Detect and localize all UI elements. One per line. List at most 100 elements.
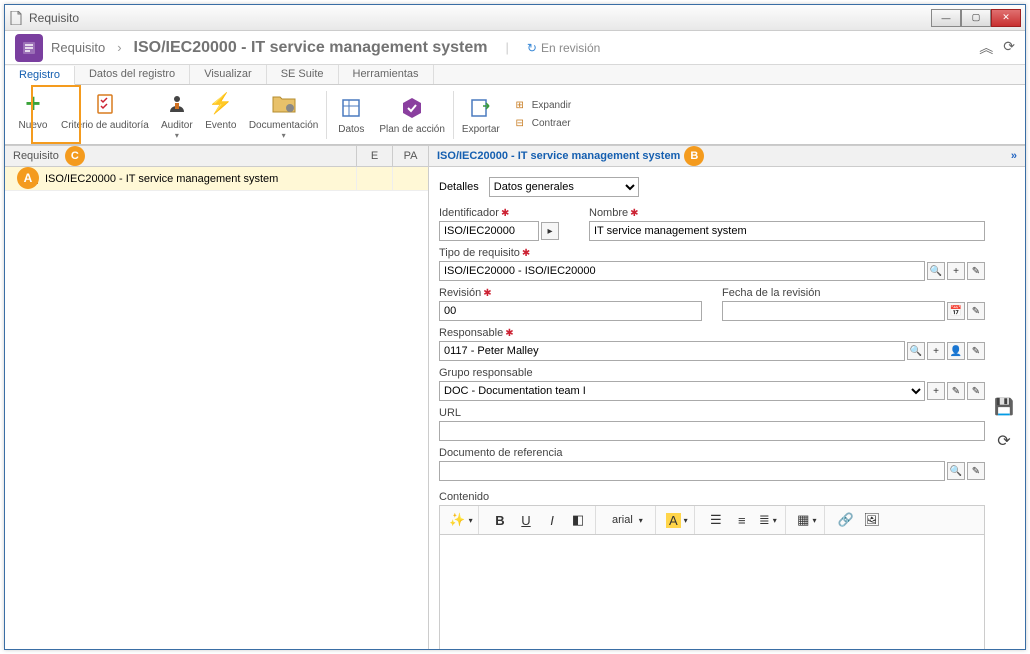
tab-registro[interactable]: Registro bbox=[5, 66, 75, 85]
grupo-add-button[interactable]: + bbox=[927, 382, 945, 400]
responsable-label: Responsable bbox=[439, 327, 503, 339]
module-icon bbox=[15, 34, 43, 62]
calendar-icon[interactable]: 📅 bbox=[947, 302, 965, 320]
action-plan-button[interactable]: Plan de acción bbox=[373, 92, 451, 137]
docref-search-button[interactable]: 🔍 bbox=[947, 462, 965, 480]
expand-panel-icon[interactable]: » bbox=[1011, 150, 1017, 162]
responsable-clear-button[interactable]: ✎ bbox=[967, 342, 985, 360]
responsable-user-button[interactable]: 👤 bbox=[947, 342, 965, 360]
font-color-button[interactable]: A▾ bbox=[666, 509, 688, 531]
export-icon bbox=[467, 94, 495, 122]
url-field[interactable] bbox=[439, 421, 985, 441]
clipboard-icon bbox=[91, 90, 119, 118]
event-button[interactable]: ⚡ Evento bbox=[199, 88, 243, 142]
page-icon bbox=[9, 11, 23, 25]
badge-c: C bbox=[65, 146, 85, 166]
responsable-add-button[interactable]: + bbox=[927, 342, 945, 360]
refresh-icon[interactable]: ⟳ bbox=[1003, 38, 1015, 58]
data-icon bbox=[337, 94, 365, 122]
data-button[interactable]: Datos bbox=[329, 92, 373, 137]
tree-header: Requisito C E PA bbox=[5, 145, 428, 167]
tab-sesuite[interactable]: SE Suite bbox=[267, 65, 339, 84]
section-select[interactable]: Datos generales bbox=[489, 177, 639, 197]
fecha-clear-button[interactable]: ✎ bbox=[967, 302, 985, 320]
titlebar: Requisito — ▢ ✕ bbox=[5, 5, 1025, 31]
tab-datos-registro[interactable]: Datos del registro bbox=[75, 65, 190, 84]
person-icon bbox=[163, 90, 191, 118]
table-button[interactable]: ▦▾ bbox=[796, 509, 818, 531]
tree-col-pa: PA bbox=[392, 146, 428, 166]
new-button[interactable]: + Nuevo bbox=[11, 88, 55, 142]
editor-area[interactable] bbox=[439, 535, 985, 649]
tree-row[interactable]: ISO/IEC20000 - IT service management sys… bbox=[5, 167, 428, 191]
identificador-lookup-button[interactable]: ▸ bbox=[541, 222, 559, 240]
tree-col-name: Requisito bbox=[13, 150, 59, 162]
ribbon-tabs: Registro Datos del registro Visualizar S… bbox=[5, 65, 1025, 85]
dropdown-caret-icon: ▾ bbox=[282, 131, 286, 140]
collapse-icon[interactable]: ︽ bbox=[979, 38, 993, 58]
responsable-search-button[interactable]: 🔍 bbox=[907, 342, 925, 360]
identificador-field[interactable] bbox=[439, 221, 539, 241]
bold-button[interactable]: B bbox=[489, 509, 511, 531]
close-button[interactable]: ✕ bbox=[991, 9, 1021, 27]
content-area: Requisito C E PA ISO/IEC20000 - IT servi… bbox=[5, 145, 1025, 649]
tree-body: ISO/IEC20000 - IT service management sys… bbox=[5, 167, 428, 649]
nombre-label: Nombre bbox=[589, 207, 628, 219]
window-controls: — ▢ ✕ bbox=[931, 9, 1021, 27]
grupo-clear-button[interactable]: ✎ bbox=[967, 382, 985, 400]
eraser-icon[interactable]: ◧ bbox=[567, 509, 589, 531]
font-select[interactable]: arial▾ bbox=[606, 509, 649, 531]
status-badge: ↻ En revisión bbox=[527, 41, 600, 55]
fecha-field[interactable] bbox=[722, 301, 945, 321]
detail-title: ISO/IEC20000 - IT service management sys… bbox=[437, 150, 680, 162]
tipo-add-button[interactable]: + bbox=[947, 262, 965, 280]
minimize-button[interactable]: — bbox=[931, 9, 961, 27]
section-label: Detalles bbox=[439, 181, 479, 193]
hexagon-icon bbox=[398, 94, 426, 122]
export-button[interactable]: Exportar bbox=[456, 92, 506, 137]
tipo-clear-button[interactable]: ✎ bbox=[967, 262, 985, 280]
refresh-status-icon: ↻ bbox=[527, 41, 537, 55]
align-button[interactable]: ≣▾ bbox=[757, 509, 779, 531]
plus-icon: + bbox=[19, 90, 47, 118]
tipo-label: Tipo de requisito bbox=[439, 247, 520, 259]
grupo-edit-button[interactable]: ✎ bbox=[947, 382, 965, 400]
bullet-list-button[interactable]: ☰ bbox=[705, 509, 727, 531]
revision-label: Revisión bbox=[439, 287, 481, 299]
docref-clear-button[interactable]: ✎ bbox=[967, 462, 985, 480]
nombre-field[interactable] bbox=[589, 221, 985, 241]
revision-field[interactable] bbox=[439, 301, 702, 321]
detail-header: ISO/IEC20000 - IT service management sys… bbox=[429, 145, 1025, 167]
tree-item-label: ISO/IEC20000 - IT service management sys… bbox=[45, 173, 278, 185]
responsable-field[interactable] bbox=[439, 341, 905, 361]
grupo-select[interactable]: DOC - Documentation team I bbox=[439, 381, 925, 401]
reload-icon[interactable]: ⟳ bbox=[997, 431, 1010, 451]
number-list-button[interactable]: ≡ bbox=[731, 509, 753, 531]
expand-button[interactable]: ⊞ Expandir bbox=[512, 98, 571, 114]
dropdown-caret-icon: ▾ bbox=[175, 131, 179, 140]
collapse-button[interactable]: ⊟ Contraer bbox=[512, 116, 571, 132]
tree-panel: Requisito C E PA ISO/IEC20000 - IT servi… bbox=[5, 145, 429, 649]
underline-button[interactable]: U bbox=[515, 509, 537, 531]
docref-field[interactable] bbox=[439, 461, 945, 481]
maximize-button[interactable]: ▢ bbox=[961, 9, 991, 27]
link-button[interactable]: 🔗 bbox=[835, 509, 857, 531]
expand-tree-icon: ⊞ bbox=[512, 98, 528, 114]
tipo-field[interactable] bbox=[439, 261, 925, 281]
folder-icon bbox=[270, 90, 298, 118]
app-window: Requisito — ▢ ✕ Requisito › ISO/IEC20000… bbox=[4, 4, 1026, 650]
tab-visualizar[interactable]: Visualizar bbox=[190, 65, 267, 84]
documentation-button[interactable]: Documentación ▾ bbox=[243, 88, 324, 142]
badge-a: A bbox=[17, 167, 39, 189]
save-icon[interactable]: 💾 bbox=[994, 397, 1014, 417]
breadcrumb-root[interactable]: Requisito bbox=[51, 40, 105, 55]
audit-criteria-button[interactable]: Criterio de auditoría bbox=[55, 88, 155, 142]
tab-herramientas[interactable]: Herramientas bbox=[339, 65, 434, 84]
magic-icon[interactable]: ✨▾ bbox=[450, 509, 472, 531]
auditor-button[interactable]: Auditor ▾ bbox=[155, 88, 199, 142]
tipo-search-button[interactable]: 🔍 bbox=[927, 262, 945, 280]
italic-button[interactable]: I bbox=[541, 509, 563, 531]
url-label: URL bbox=[439, 407, 461, 419]
image-button[interactable]: 🖼 bbox=[861, 509, 883, 531]
side-actions: 💾 ⟳ bbox=[993, 177, 1015, 639]
